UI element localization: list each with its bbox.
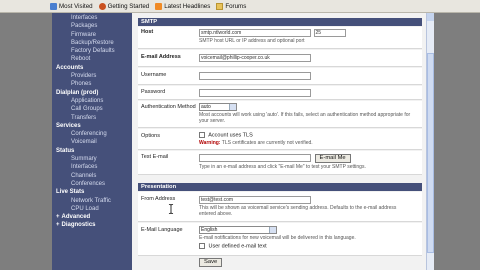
sidebar-nav: Interfaces Packages Firmware Backup/Rest… <box>52 13 132 270</box>
bookmarks-toolbar: Most Visited Getting Started Latest Head… <box>0 0 480 13</box>
test-email-label: Test E-mail <box>141 154 169 160</box>
smtp-password-row: Password <box>138 86 422 100</box>
username-label: Username <box>141 72 167 78</box>
bookmark-latest-headlines[interactable]: Latest Headlines <box>155 2 211 10</box>
text-cursor-icon <box>168 204 174 214</box>
vertical-scrollbar[interactable] <box>426 13 434 270</box>
email-language-label: E-Mail Language <box>141 227 183 233</box>
from-address-help: This will be shown as voicemail service'… <box>199 205 397 217</box>
sidebar-item-reboot[interactable]: Reboot <box>56 55 132 63</box>
folder-icon <box>216 2 224 10</box>
user-defined-checkbox[interactable] <box>199 243 205 249</box>
smtp-auth-row: Authentication Method auto Most accounts… <box>138 101 422 128</box>
auth-method-help: Most accounts will work using 'auto'. If… <box>199 112 411 124</box>
sidebar-item-providers[interactable]: Providers <box>56 72 132 80</box>
sidebar-item-factory-defaults[interactable]: Factory Defaults <box>56 47 132 55</box>
port-input[interactable]: 25 <box>313 29 346 37</box>
email-language-row: E-Mail Language English E-mail notificat… <box>138 223 422 256</box>
sidebar-item-channels[interactable]: Channels <box>56 172 132 180</box>
bookmark-label: Forums <box>225 2 247 10</box>
sidebar-item-packages[interactable]: Packages <box>56 22 132 30</box>
email-me-button[interactable]: E-mail Me <box>314 154 351 163</box>
sidebar-item-cpu-load[interactable]: CPU Load <box>56 205 132 213</box>
window-background-left <box>0 13 52 270</box>
sidebar-toggle-diagnostics[interactable]: Diagnostics <box>56 221 132 229</box>
sidebar-item-conferences[interactable]: Conferences <box>56 180 132 188</box>
sidebar-item-phones[interactable]: Phones <box>56 80 132 88</box>
bookmark-label: Most Visited <box>59 2 93 10</box>
smtp-test-row: Test E-mail E-mail Me Type in an e-mail … <box>138 151 422 175</box>
sidebar-toggle-advanced[interactable]: Advanced <box>56 213 132 221</box>
sidebar-item-applications[interactable]: Applications <box>56 97 132 105</box>
from-address-label: From Address <box>141 196 176 202</box>
test-email-help: Type in an e-mail address and click "E-m… <box>199 164 366 170</box>
rss-icon <box>155 2 163 10</box>
star-icon <box>50 2 57 10</box>
sidebar-item-voicemail[interactable]: Voicemail <box>56 138 132 146</box>
bookmark-most-visited[interactable]: Most Visited <box>50 2 93 10</box>
sidebar-heading-services: Services <box>56 122 81 129</box>
presentation-section-header: Presentation <box>138 183 422 191</box>
email-address-label: E-mail Address <box>141 54 181 60</box>
email-address-input[interactable]: voicemail@phillip-cooper.co.uk <box>199 54 311 62</box>
sidebar-item-firmware[interactable]: Firmware <box>56 31 132 39</box>
password-input[interactable] <box>199 89 311 97</box>
bookmark-getting-started[interactable]: Getting Started <box>98 2 150 10</box>
sidebar-item-transfers[interactable]: Transfers <box>56 114 132 122</box>
sidebar-heading-dialplan: Dialplan (prod) <box>56 89 99 96</box>
sidebar-item-status-interfaces[interactable]: Interfaces <box>56 163 132 171</box>
options-label: Options <box>141 133 160 139</box>
warning-text: TLS certificates are currently not verif… <box>221 140 313 147</box>
bookmark-forums[interactable]: Forums <box>216 2 247 10</box>
scrollbar-thumb[interactable] <box>427 53 434 253</box>
smtp-host-row: Host smtp.ntlworld.com 25 SMTP host URL … <box>138 27 422 49</box>
test-email-input[interactable] <box>199 154 311 162</box>
bookmark-label: Getting Started <box>107 2 150 10</box>
smtp-options-row: Options Account uses TLS Warning: TLS ce… <box>138 129 422 150</box>
tls-checkbox[interactable] <box>199 132 205 138</box>
firefox-icon <box>98 2 106 10</box>
from-address-row: From Address test@test.com This will be … <box>138 192 422 222</box>
password-label: Password <box>141 89 166 95</box>
sidebar-item-conferencing[interactable]: Conferencing <box>56 130 132 138</box>
email-language-value: English <box>201 227 218 233</box>
sidebar-item-summary[interactable]: Summary <box>56 155 132 163</box>
email-language-select[interactable]: English <box>199 226 277 234</box>
chevron-down-icon <box>229 104 236 110</box>
sidebar-item-network-traffic[interactable]: Network Traffic <box>56 197 132 205</box>
smtp-email-row: E-mail Address voicemail@phillip-cooper.… <box>138 50 422 67</box>
from-address-input[interactable]: test@test.com <box>199 196 311 204</box>
email-language-help: E-mail notifications for new voicemail w… <box>199 235 356 241</box>
host-label: Host <box>141 29 154 35</box>
scroll-up-arrow-icon[interactable] <box>427 13 434 21</box>
auth-method-label: Authentication Method <box>141 104 196 110</box>
smtp-username-row: Username <box>138 68 422 85</box>
chevron-down-icon <box>269 227 276 233</box>
tls-checkbox-label: Account uses TLS <box>208 132 253 139</box>
sidebar-item-interfaces[interactable]: Interfaces <box>56 14 132 22</box>
sidebar-item-call-groups[interactable]: Call Groups <box>56 105 132 113</box>
host-help: SMTP host URL or IP address and optional… <box>199 38 305 44</box>
auth-method-select[interactable]: auto <box>199 103 237 111</box>
sidebar-heading-live-stats: Live Stats <box>56 189 85 196</box>
smtp-section-header: SMTP <box>138 18 422 26</box>
host-input[interactable]: smtp.ntlworld.com <box>199 29 311 37</box>
user-defined-label: User defined e-mail text <box>208 243 267 250</box>
save-button[interactable]: Save <box>199 258 223 267</box>
bookmark-label: Latest Headlines <box>164 2 211 10</box>
sidebar-item-backup-restore[interactable]: Backup/Restore <box>56 39 132 47</box>
window-background-right <box>434 13 480 270</box>
auth-method-value: auto <box>201 104 211 110</box>
sidebar-heading-status: Status <box>56 147 75 154</box>
warning-label: Warning: <box>199 140 221 147</box>
username-input[interactable] <box>199 72 311 80</box>
sidebar-heading-accounts: Accounts <box>56 64 84 71</box>
